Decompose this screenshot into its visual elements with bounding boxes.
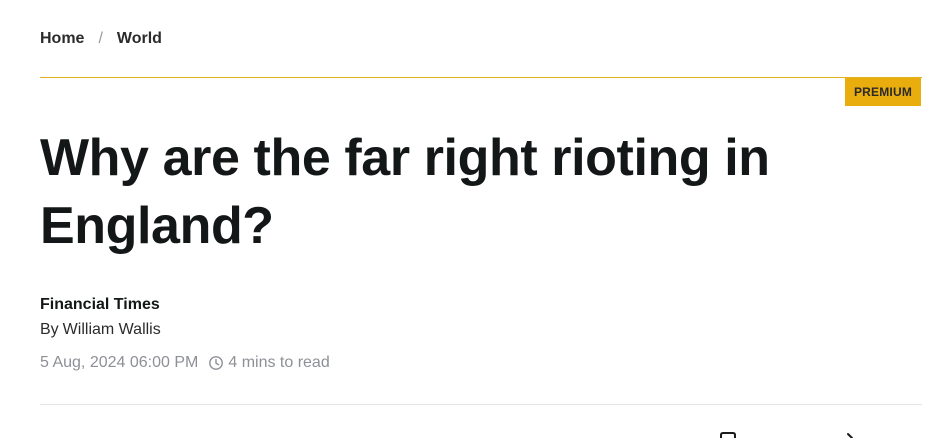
article-headline: Why are the far right rioting in England… xyxy=(40,129,770,255)
meta-divider xyxy=(40,404,922,405)
read-time: 4 mins to read xyxy=(228,354,330,371)
publish-date: 5 Aug, 2024 06:00 PM xyxy=(40,354,199,371)
header-divider xyxy=(40,77,922,78)
clock-icon xyxy=(208,355,224,371)
article-byline: By William Wallis xyxy=(40,321,161,339)
article-page: Home / World PREMIUM Why are the far rig… xyxy=(0,0,942,438)
breadcrumb-separator: / xyxy=(98,30,103,47)
breadcrumb-world-link[interactable]: World xyxy=(117,30,162,48)
breadcrumb-home-link[interactable]: Home xyxy=(40,30,84,48)
byline-prefix: By xyxy=(40,321,59,338)
premium-badge: PREMIUM xyxy=(845,78,921,106)
article-source: Financial Times xyxy=(40,296,160,313)
bookmark-icon[interactable] xyxy=(719,432,737,438)
author-name: William Wallis xyxy=(62,321,161,338)
breadcrumb: Home / World xyxy=(40,30,162,48)
article-meta: 5 Aug, 2024 06:00 PM 4 mins to read xyxy=(40,354,330,372)
share-icon[interactable] xyxy=(842,432,860,438)
